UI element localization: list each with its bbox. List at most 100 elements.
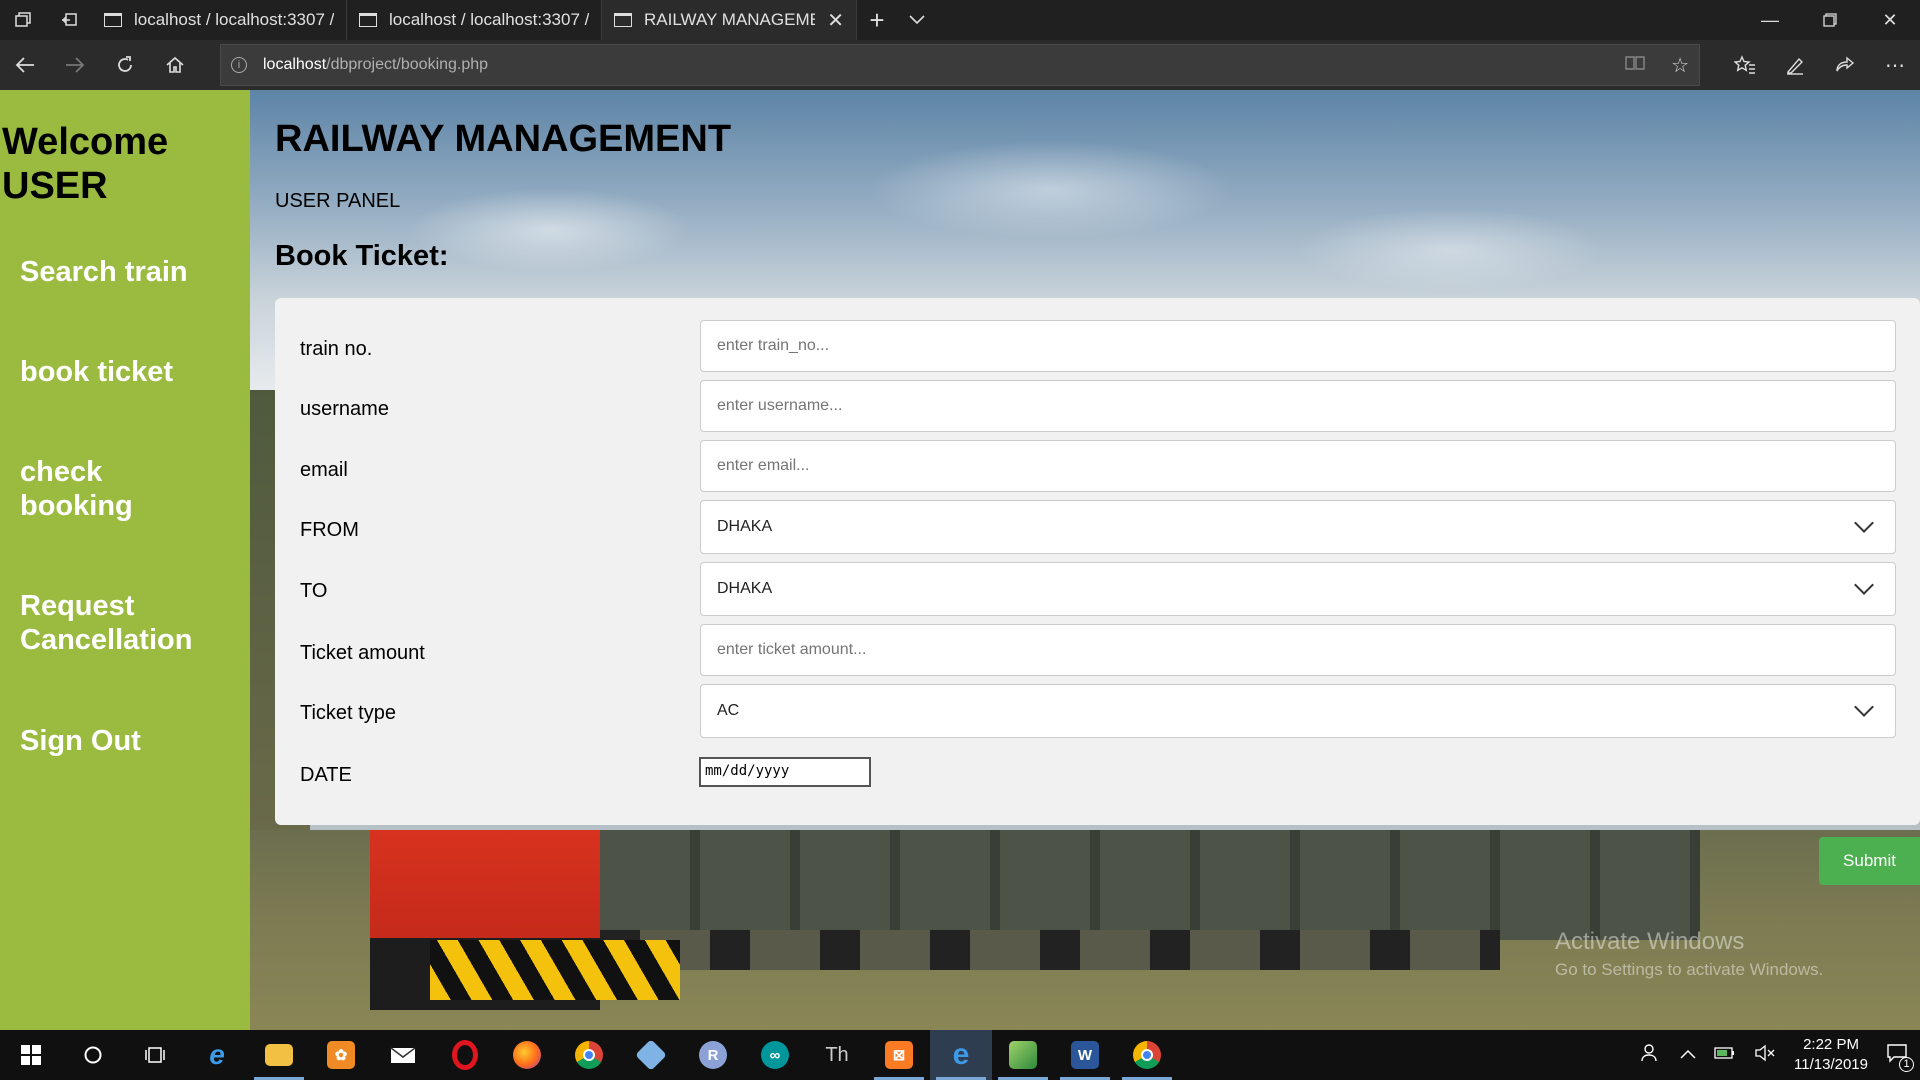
username-label: username: [300, 398, 389, 420]
arduino-icon[interactable]: ∞: [744, 1030, 806, 1080]
set-tabs-aside-icon[interactable]: [46, 0, 92, 40]
image-viewer-icon[interactable]: [992, 1030, 1054, 1080]
notification-count: 1: [1899, 1056, 1914, 1072]
task-view-icon[interactable]: [124, 1030, 186, 1080]
clock-date: 11/13/2019: [1794, 1056, 1868, 1073]
taskbar-clock[interactable]: 2:22 PM 11/13/2019: [1794, 1035, 1868, 1075]
close-icon[interactable]: ✕: [827, 8, 844, 33]
watermark-line-1: Activate Windows: [1555, 928, 1745, 955]
date-input[interactable]: mm/dd/yyyy: [699, 757, 871, 787]
from-select[interactable]: DHAKA: [700, 500, 1896, 554]
url-text: localhost/dbproject/booking.php: [263, 56, 488, 74]
ticket-amount-input[interactable]: enter ticket amount...: [700, 624, 1896, 676]
watermark-line-2: Go to Settings to activate Windows.: [1555, 960, 1824, 979]
email-input[interactable]: enter email...: [700, 440, 1896, 492]
background-photo-hazard-stripes: [430, 940, 680, 1000]
address-bar-actions: ☆: [1625, 53, 1689, 78]
section-title: Book Ticket:: [275, 240, 449, 272]
browser-tab[interactable]: localhost / localhost:3307 /: [92, 0, 347, 40]
favorite-star-icon[interactable]: ☆: [1671, 53, 1689, 78]
browser-tab-active[interactable]: RAILWAY MANAGEMEN ✕: [602, 0, 857, 40]
tab-label: localhost / localhost:3307 /: [134, 10, 334, 29]
sidebar-item-sign-out[interactable]: Sign Out: [20, 724, 141, 758]
thonny-icon[interactable]: Th: [806, 1030, 868, 1080]
train-no-label: train no.: [300, 338, 373, 360]
sidebar-item-request-cancellation[interactable]: Request Cancellation: [20, 589, 240, 657]
sidebar-item-search-train[interactable]: Search train: [20, 255, 188, 289]
email-label: email: [300, 459, 348, 481]
background-photo-wagons: [600, 830, 1700, 940]
web-page: Welcome USER Search train book ticket ch…: [0, 90, 1920, 1030]
submit-button[interactable]: Submit: [1819, 837, 1920, 885]
page-icon: [359, 13, 377, 27]
volume-muted-icon[interactable]: [1754, 1044, 1776, 1067]
chevron-up-icon[interactable]: [1680, 1046, 1696, 1064]
favorites-list-icon[interactable]: [1720, 55, 1770, 75]
home-icon[interactable]: [150, 40, 200, 90]
notification-center-icon[interactable]: 1: [1886, 1043, 1914, 1072]
url-host: localhost: [263, 56, 327, 73]
people-icon[interactable]: [1640, 1043, 1662, 1068]
forward-arrow-icon[interactable]: [50, 40, 100, 90]
activate-windows-watermark: Activate Windows Go to Settings to activ…: [1555, 928, 1823, 984]
search-circle-icon[interactable]: [62, 1030, 124, 1080]
chrome-icon[interactable]: [1116, 1030, 1178, 1080]
ticket-type-select[interactable]: AC: [700, 684, 1896, 738]
browser-navigation-bar: i localhost/dbproject/booking.php ☆ ⋯: [0, 40, 1920, 90]
to-selected-value: DHAKA: [717, 580, 773, 597]
from-selected-value: DHAKA: [717, 518, 773, 535]
chevron-down-icon: [1854, 513, 1874, 533]
welcome-line-1: Welcome: [2, 121, 169, 163]
file-explorer-icon[interactable]: [248, 1030, 310, 1080]
windows-taskbar: e ✿ R ∞ Th ⊠ e W 2:22 PM 11/13/2019 1: [0, 1030, 1920, 1080]
chevron-down-icon: [1854, 575, 1874, 595]
firefox-icon[interactable]: [496, 1030, 558, 1080]
date-label: DATE: [300, 764, 352, 786]
page-subtitle: USER PANEL: [275, 190, 401, 212]
booking-form: train no. enter train_no... username ent…: [275, 298, 1920, 825]
page-title: RAILWAY MANAGEMENT: [275, 118, 732, 160]
reading-view-icon[interactable]: [1625, 54, 1645, 77]
r-app-icon[interactable]: R: [682, 1030, 744, 1080]
clock-time: 2:22 PM: [1803, 1036, 1859, 1053]
restore-icon[interactable]: [1800, 0, 1860, 40]
share-icon[interactable]: [1820, 55, 1870, 75]
welcome-heading: Welcome USER: [2, 120, 168, 208]
sidebar-item-check-booking[interactable]: check booking: [20, 455, 200, 523]
username-input[interactable]: enter username...: [700, 380, 1896, 432]
windows-start-icon[interactable]: [0, 1030, 62, 1080]
tab-groups-icon[interactable]: [0, 0, 46, 40]
sidebar: Welcome USER Search train book ticket ch…: [0, 90, 250, 1030]
background-photo-wheels: [600, 930, 1500, 970]
address-bar[interactable]: i localhost/dbproject/booking.php ☆: [220, 44, 1700, 86]
to-select[interactable]: DHAKA: [700, 562, 1896, 616]
word-icon[interactable]: W: [1054, 1030, 1116, 1080]
window-controls: — ✕: [1740, 0, 1920, 40]
chrome-icon[interactable]: [558, 1030, 620, 1080]
internet-explorer-icon[interactable]: e: [186, 1030, 248, 1080]
browser-tab[interactable]: localhost / localhost:3307 /: [347, 0, 602, 40]
chevron-down-icon[interactable]: [897, 0, 937, 40]
close-window-icon[interactable]: ✕: [1860, 0, 1920, 40]
edge-icon[interactable]: e: [930, 1030, 992, 1080]
system-tray: 2:22 PM 11/13/2019 1: [1640, 1035, 1920, 1075]
notes-pen-icon[interactable]: [1770, 55, 1820, 75]
tab-label: RAILWAY MANAGEMEN: [644, 10, 816, 29]
new-tab-button[interactable]: +: [857, 0, 897, 40]
battery-icon[interactable]: [1714, 1046, 1736, 1065]
sidebar-item-book-ticket[interactable]: book ticket: [20, 355, 173, 389]
back-arrow-icon[interactable]: [0, 40, 50, 90]
minimize-icon[interactable]: —: [1740, 0, 1800, 40]
xampp-icon[interactable]: ⊠: [868, 1030, 930, 1080]
mail-icon[interactable]: [372, 1030, 434, 1080]
more-menu-icon[interactable]: ⋯: [1870, 53, 1920, 78]
tab-label: localhost / localhost:3307 /: [389, 10, 589, 29]
opera-icon[interactable]: [434, 1030, 496, 1080]
refresh-icon[interactable]: [100, 40, 150, 90]
app-icon-orange[interactable]: ✿: [310, 1030, 372, 1080]
browser-tab-bar: localhost / localhost:3307 / localhost /…: [0, 0, 1920, 40]
welcome-line-2: USER: [2, 165, 108, 207]
3d-box-icon[interactable]: [620, 1030, 682, 1080]
site-info-icon[interactable]: i: [231, 57, 247, 73]
train-no-input[interactable]: enter train_no...: [700, 320, 1896, 372]
